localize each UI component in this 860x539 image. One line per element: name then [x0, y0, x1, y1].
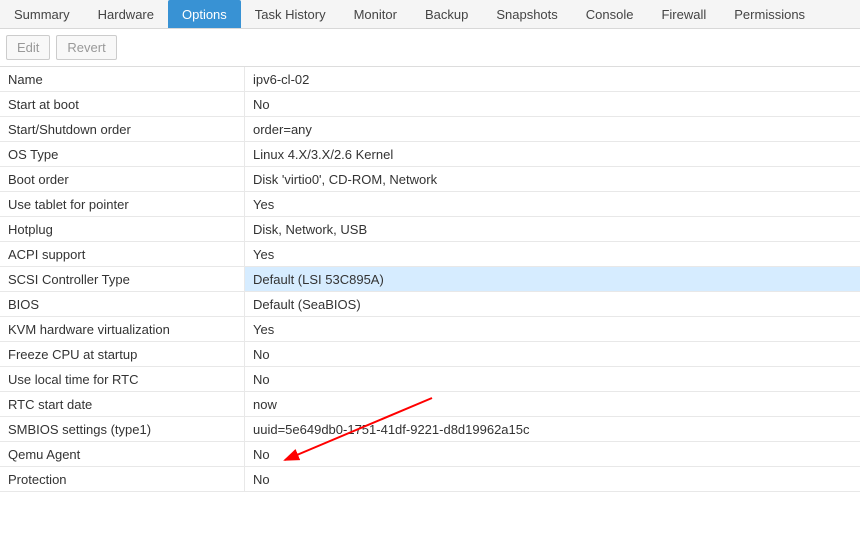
option-value: No	[244, 442, 860, 466]
table-row[interactable]: SCSI Controller TypeDefault (LSI 53C895A…	[0, 267, 860, 292]
tabbar: Summary Hardware Options Task History Monito…	[0, 0, 860, 29]
table-row[interactable]: HotplugDisk, Network, USB	[0, 217, 860, 242]
tab-label: Summary	[14, 7, 70, 22]
table-row[interactable]: ProtectionNo	[0, 467, 860, 492]
option-key: Qemu Agent	[0, 442, 244, 466]
option-key: RTC start date	[0, 392, 244, 416]
table-row[interactable]: Use local time for RTCNo	[0, 367, 860, 392]
option-value: Yes	[244, 242, 860, 266]
tab-summary[interactable]: Summary	[0, 0, 84, 28]
tab-label: Task History	[255, 7, 326, 22]
tab-firewall[interactable]: Firewall	[647, 0, 720, 28]
options-grid: Nameipv6-cl-02Start at bootNoStart/Shutd…	[0, 67, 860, 492]
option-key: Name	[0, 67, 244, 91]
tab-snapshots[interactable]: Snapshots	[482, 0, 571, 28]
tab-label: Options	[182, 7, 227, 22]
option-key: Hotplug	[0, 217, 244, 241]
table-row[interactable]: Use tablet for pointerYes	[0, 192, 860, 217]
tab-label: Monitor	[354, 7, 397, 22]
tab-label: Permissions	[734, 7, 805, 22]
option-key: Use tablet for pointer	[0, 192, 244, 216]
table-row[interactable]: Qemu AgentNo	[0, 442, 860, 467]
table-row[interactable]: Freeze CPU at startupNo	[0, 342, 860, 367]
tab-backup[interactable]: Backup	[411, 0, 482, 28]
option-value: ipv6-cl-02	[244, 67, 860, 91]
toolbar: Edit Revert	[0, 29, 860, 67]
tab-console[interactable]: Console	[572, 0, 648, 28]
option-value: uuid=5e649db0-1751-41df-9221-d8d19962a15…	[244, 417, 860, 441]
option-value: Disk, Network, USB	[244, 217, 860, 241]
table-row[interactable]: SMBIOS settings (type1)uuid=5e649db0-175…	[0, 417, 860, 442]
option-key: Start at boot	[0, 92, 244, 116]
tab-monitor[interactable]: Monitor	[340, 0, 411, 28]
table-row[interactable]: Start at bootNo	[0, 92, 860, 117]
option-value: Yes	[244, 192, 860, 216]
option-value: No	[244, 467, 860, 491]
tab-label: Console	[586, 7, 634, 22]
table-row[interactable]: Nameipv6-cl-02	[0, 67, 860, 92]
option-key: KVM hardware virtualization	[0, 317, 244, 341]
table-row[interactable]: RTC start datenow	[0, 392, 860, 417]
option-key: SMBIOS settings (type1)	[0, 417, 244, 441]
table-row[interactable]: Boot orderDisk 'virtio0', CD-ROM, Networ…	[0, 167, 860, 192]
table-row[interactable]: OS TypeLinux 4.X/3.X/2.6 Kernel	[0, 142, 860, 167]
option-value: Default (SeaBIOS)	[244, 292, 860, 316]
option-key: ACPI support	[0, 242, 244, 266]
tab-permissions[interactable]: Permissions	[720, 0, 819, 28]
tab-hardware[interactable]: Hardware	[84, 0, 168, 28]
tab-task-history[interactable]: Task History	[241, 0, 340, 28]
tab-label: Hardware	[98, 7, 154, 22]
option-value: order=any	[244, 117, 860, 141]
option-value: Default (LSI 53C895A)	[244, 267, 860, 291]
tab-options[interactable]: Options	[168, 0, 241, 28]
tab-label: Snapshots	[496, 7, 557, 22]
revert-button[interactable]: Revert	[56, 35, 116, 60]
edit-button[interactable]: Edit	[6, 35, 50, 60]
option-key: Start/Shutdown order	[0, 117, 244, 141]
option-key: Freeze CPU at startup	[0, 342, 244, 366]
option-key: SCSI Controller Type	[0, 267, 244, 291]
table-row[interactable]: KVM hardware virtualizationYes	[0, 317, 860, 342]
option-value: Linux 4.X/3.X/2.6 Kernel	[244, 142, 860, 166]
option-key: Protection	[0, 467, 244, 491]
option-key: Use local time for RTC	[0, 367, 244, 391]
option-value: now	[244, 392, 860, 416]
table-row[interactable]: ACPI supportYes	[0, 242, 860, 267]
option-value: Disk 'virtio0', CD-ROM, Network	[244, 167, 860, 191]
option-key: Boot order	[0, 167, 244, 191]
option-value: No	[244, 92, 860, 116]
option-key: OS Type	[0, 142, 244, 166]
table-row[interactable]: BIOSDefault (SeaBIOS)	[0, 292, 860, 317]
tab-label: Firewall	[661, 7, 706, 22]
option-value: No	[244, 342, 860, 366]
tab-label: Backup	[425, 7, 468, 22]
option-key: BIOS	[0, 292, 244, 316]
option-value: No	[244, 367, 860, 391]
table-row[interactable]: Start/Shutdown orderorder=any	[0, 117, 860, 142]
option-value: Yes	[244, 317, 860, 341]
